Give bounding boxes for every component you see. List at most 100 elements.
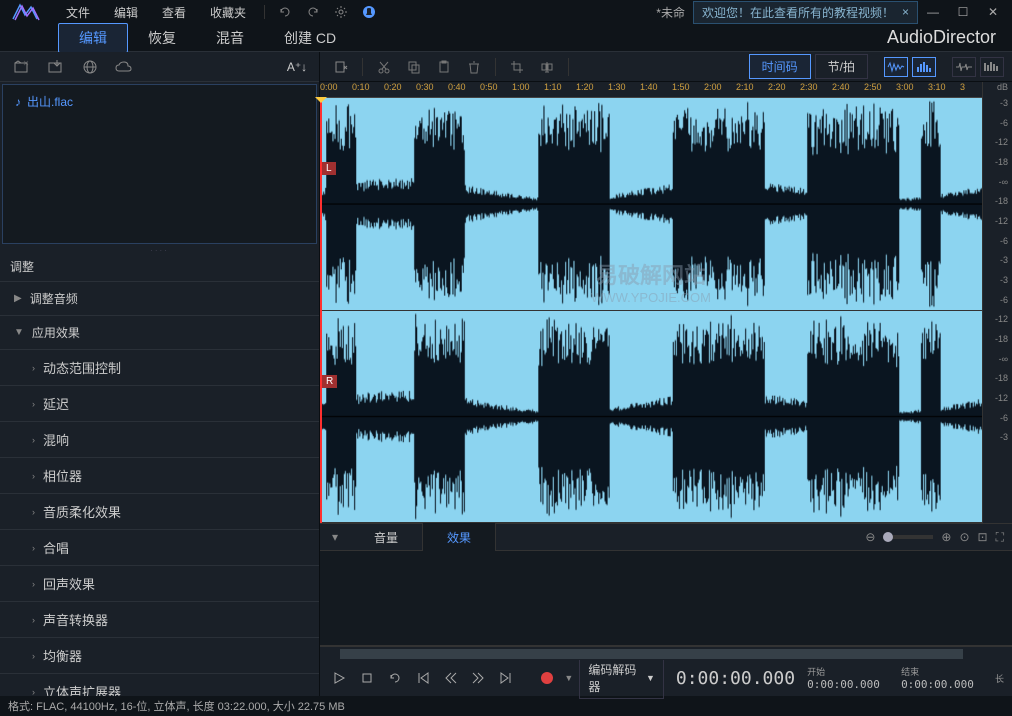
menu-view[interactable]: 查看: [150, 0, 198, 25]
split-icon[interactable]: [534, 55, 560, 79]
waveform-left[interactable]: [320, 98, 982, 310]
effect-item[interactable]: ›均衡器: [0, 638, 319, 674]
length-label: 长: [995, 672, 1004, 685]
app-name: AudioDirector: [887, 27, 1004, 48]
waveform-area: 0:000:100:200:300:400:501:001:101:201:30…: [320, 82, 1012, 523]
horizontal-scrollbar[interactable]: [320, 646, 1012, 660]
next-button[interactable]: [495, 666, 517, 690]
effect-item[interactable]: ›混响: [0, 422, 319, 458]
adjust-header: 调整: [0, 252, 319, 282]
tab-create-cd[interactable]: 创建 CD: [264, 24, 356, 52]
effect-item[interactable]: ›延迟: [0, 386, 319, 422]
forward-button[interactable]: [467, 666, 489, 690]
notification-icon[interactable]: [355, 0, 383, 24]
redo-icon[interactable]: [299, 0, 327, 24]
play-button[interactable]: [328, 666, 350, 690]
start-time: 开始 0:00:00.000: [807, 665, 880, 691]
select-tool-icon[interactable]: [328, 55, 354, 79]
timecode-button[interactable]: 时间码: [749, 54, 811, 79]
editor-area: 时间码 节/拍 0:000:100:200:300:400:501:001:10…: [320, 52, 1012, 696]
zoom-slider[interactable]: [883, 535, 933, 539]
settings-icon[interactable]: [327, 0, 355, 24]
db-scale: dB -3-6-12-18-∞-18-12-6-3-3-6-12-18-∞-18…: [982, 82, 1012, 523]
tab-effects[interactable]: 效果: [423, 523, 496, 552]
tab-mix[interactable]: 混音: [196, 24, 264, 52]
effect-item[interactable]: ›音质柔化效果: [0, 494, 319, 530]
main-tabs: 编辑 恢复 混音 创建 CD AudioDirector: [0, 24, 1012, 52]
web-icon[interactable]: [80, 57, 100, 77]
transport-bar: ▼ 编码解码器▼ 0:00:00.000 开始 0:00:00.000 结束 0…: [320, 660, 1012, 696]
zoom-in-icon[interactable]: ⊕: [941, 530, 951, 544]
chevron-right-icon: ›: [32, 435, 35, 445]
cloud-icon[interactable]: [114, 57, 134, 77]
close-icon[interactable]: ×: [902, 5, 909, 19]
tab-restore[interactable]: 恢复: [128, 24, 196, 52]
paste-icon[interactable]: [431, 55, 457, 79]
menu-favorites[interactable]: 收藏夹: [198, 0, 258, 25]
effect-track[interactable]: [320, 551, 1012, 646]
adjust-panel: 调整 ▶ 调整音频 ▼ 应用效果 ›动态范围控制›延迟›混响›相位器›音质柔化效…: [0, 252, 319, 696]
menu-file[interactable]: 文件: [54, 0, 102, 25]
document-title: *未命: [648, 4, 693, 21]
spectrogram-icon[interactable]: [980, 57, 1004, 77]
collapse-icon[interactable]: ▾: [320, 523, 350, 551]
rewind-button[interactable]: [440, 666, 462, 690]
record-button[interactable]: [537, 666, 559, 690]
tab-edit[interactable]: 编辑: [58, 23, 128, 53]
minimize-button[interactable]: —: [918, 0, 948, 24]
zoom-fit-icon[interactable]: ⊙: [959, 530, 969, 544]
waveform-alt-icon[interactable]: [952, 57, 976, 77]
effect-item[interactable]: ›相位器: [0, 458, 319, 494]
chevron-right-icon: ›: [32, 543, 35, 553]
waveform-view-icon[interactable]: [884, 57, 908, 77]
effect-item[interactable]: ›声音转换器: [0, 602, 319, 638]
app-logo: [4, 0, 54, 24]
file-item[interactable]: ♪ 出山.flac: [7, 89, 312, 114]
channel-left-label: L: [322, 162, 336, 175]
chevron-right-icon: ›: [32, 363, 35, 373]
cut-icon[interactable]: [371, 55, 397, 79]
maximize-button[interactable]: ☐: [948, 0, 978, 24]
wave-channels[interactable]: L R 易破解网站 WWW.YPOJIE.COM: [320, 98, 982, 523]
spectrum-view-icon[interactable]: [912, 57, 936, 77]
effect-item[interactable]: ›动态范围控制: [0, 350, 319, 386]
undo-icon[interactable]: [271, 0, 299, 24]
tab-volume[interactable]: 音量: [350, 523, 423, 552]
playhead[interactable]: [320, 98, 322, 523]
group-apply-effects[interactable]: ▼ 应用效果: [0, 316, 319, 350]
time-ruler[interactable]: 0:000:100:200:300:400:501:001:101:201:30…: [320, 82, 982, 98]
encoder-button[interactable]: 编码解码器▼: [579, 657, 664, 699]
bottom-tabs: ▾ 音量 效果 ⊖ ⊕ ⊙ ⊡ ⛶: [320, 523, 1012, 551]
end-time: 结束 0:00:00.000: [901, 665, 974, 691]
effect-item[interactable]: ›立体声扩展器: [0, 674, 319, 696]
stop-button[interactable]: [356, 666, 378, 690]
waveform-right[interactable]: [320, 311, 982, 523]
delete-icon[interactable]: [461, 55, 487, 79]
welcome-banner[interactable]: 欢迎您！在此查看所有的教程视频！ ×: [693, 1, 918, 24]
crop-icon[interactable]: [504, 55, 530, 79]
statusbar: 格式: FLAC, 44100Hz, 16-位, 立体声, 长度 03:22.0…: [0, 696, 1012, 716]
chevron-right-icon: ›: [32, 507, 35, 517]
group-adjust-audio[interactable]: ▶ 调整音频: [0, 282, 319, 316]
chevron-right-icon: ›: [32, 687, 35, 697]
file-name: 出山.flac: [27, 93, 73, 110]
font-size-button[interactable]: A⁺↓: [287, 57, 307, 77]
zoom-out-icon[interactable]: ⊖: [865, 530, 875, 544]
effect-item[interactable]: ›合唱: [0, 530, 319, 566]
copy-icon[interactable]: [401, 55, 427, 79]
beat-button[interactable]: 节/拍: [815, 54, 868, 79]
welcome-text: 欢迎您！在此查看所有的教程视频！: [702, 4, 894, 21]
menu-edit[interactable]: 编辑: [102, 0, 150, 25]
close-button[interactable]: ✕: [978, 0, 1008, 24]
loop-button[interactable]: [384, 666, 406, 690]
chevron-right-icon: ›: [32, 399, 35, 409]
prev-button[interactable]: [412, 666, 434, 690]
import-file-icon[interactable]: [12, 57, 32, 77]
chevron-right-icon: ▶: [14, 293, 22, 304]
fullscreen-icon[interactable]: ⛶: [996, 530, 1004, 545]
import-folder-icon[interactable]: [46, 57, 66, 77]
zoom-full-icon[interactable]: ⊡: [978, 530, 988, 544]
effect-item[interactable]: ›回声效果: [0, 566, 319, 602]
chevron-right-icon: ›: [32, 579, 35, 589]
chevron-right-icon: ›: [32, 471, 35, 481]
